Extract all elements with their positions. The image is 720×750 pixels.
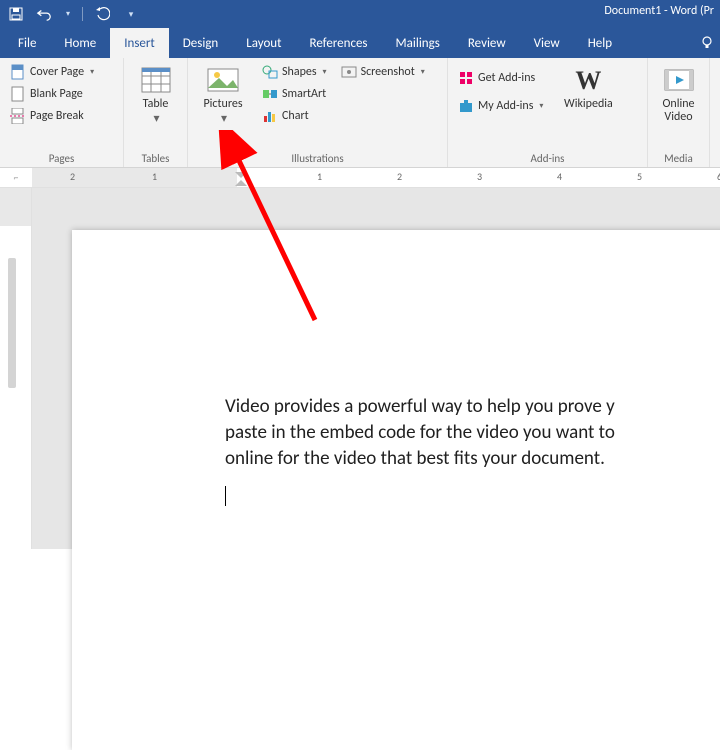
chart-button[interactable]: Chart [258, 106, 331, 126]
get-addins-button[interactable]: Get Add-ins [454, 68, 547, 88]
tab-review[interactable]: Review [454, 28, 520, 58]
shapes-icon [262, 64, 278, 80]
tell-me-icon[interactable] [696, 28, 718, 58]
group-pages: Cover Page ▾ Blank Page Page Break Pages [0, 58, 124, 167]
group-pages-label: Pages [6, 152, 117, 167]
shapes-label: Shapes [282, 65, 317, 79]
body-line: Video provides a powerful way to help yo… [225, 394, 720, 420]
blank-page-button[interactable]: Blank Page [6, 84, 98, 104]
tab-insert[interactable]: Insert [110, 28, 169, 58]
shapes-button[interactable]: Shapes ▾ [258, 62, 331, 82]
body-line: online for the video that best fits your… [225, 446, 720, 472]
text-cursor [225, 486, 226, 506]
screenshot-label: Screenshot [361, 65, 415, 79]
page-break-button[interactable]: Page Break [6, 106, 98, 126]
screenshot-icon [341, 64, 357, 80]
video-label: Online Video [662, 98, 694, 124]
chevron-down-icon: ▾ [221, 113, 227, 126]
tab-view[interactable]: View [520, 28, 574, 58]
blank-page-label: Blank Page [30, 87, 83, 101]
group-media-label: Media [654, 152, 703, 167]
blank-page-icon [10, 86, 26, 102]
page-break-icon [10, 108, 26, 124]
pictures-button[interactable]: Pictures ▾ [194, 62, 252, 128]
selection-bar [8, 258, 16, 388]
tab-design[interactable]: Design [169, 28, 232, 58]
group-addins-label: Add-ins [454, 152, 641, 167]
my-addins-button[interactable]: My Add-ins ▾ [454, 96, 547, 116]
wikipedia-icon: W [572, 64, 604, 96]
group-illustrations: Pictures ▾ Shapes ▾ SmartArt Chart [188, 58, 448, 167]
smartart-label: SmartArt [282, 87, 326, 101]
addins-icon [458, 98, 474, 114]
qat-customize-icon[interactable]: ▾ [123, 6, 139, 22]
save-icon[interactable] [8, 6, 24, 22]
get-addins-label: Get Add-ins [478, 71, 535, 85]
table-label: Table [143, 98, 169, 111]
group-tables: Table ▾ Tables [124, 58, 188, 167]
indent-marker-icon[interactable] [235, 172, 247, 186]
group-addins: Get Add-ins My Add-ins ▾ W Wikipedia Add-… [448, 58, 648, 167]
ribbon: Cover Page▾ Blank Page Page Break Pages … [0, 58, 720, 168]
tab-file[interactable]: File [4, 28, 50, 58]
cover-page-label: Cover Page [30, 65, 84, 79]
chevron-down-icon: ▾ [539, 101, 543, 111]
wikipedia-button[interactable]: W Wikipedia [553, 62, 623, 113]
cover-page-button[interactable]: Cover Page ▾ [6, 62, 98, 82]
vertical-ruler[interactable]: 2 1 [0, 188, 32, 549]
title-bar: ▾ ▾ Document1 - Word (Pr [0, 0, 720, 28]
ruler-corner: ⌐ [0, 168, 32, 187]
group-illustrations-label: Illustrations [194, 152, 441, 167]
quick-access-toolbar: ▾ ▾ [0, 6, 139, 22]
wikipedia-label: Wikipedia [564, 98, 613, 111]
chevron-down-icon: ▾ [421, 67, 425, 77]
chevron-down-icon: ▾ [153, 113, 159, 126]
cover-page-icon [10, 64, 26, 80]
store-icon [458, 70, 474, 86]
tab-home[interactable]: Home [50, 28, 110, 58]
smartart-icon [262, 86, 278, 102]
pictures-icon [207, 64, 239, 96]
screenshot-button[interactable]: Screenshot ▾ [337, 62, 429, 82]
chevron-down-icon: ▾ [90, 67, 94, 77]
video-icon [663, 64, 695, 96]
chart-label: Chart [282, 109, 309, 123]
redo-icon[interactable] [95, 6, 111, 22]
window-title: Document1 - Word (Pr [604, 4, 714, 18]
table-button[interactable]: Table ▾ [130, 62, 181, 128]
ribbon-tabs: File Home Insert Design Layout Reference… [0, 28, 720, 58]
group-tables-label: Tables [130, 152, 181, 167]
horizontal-ruler[interactable]: ⌐ 2 1 1 2 3 4 5 6 [0, 168, 720, 188]
chevron-down-icon: ▾ [323, 67, 327, 77]
smartart-button[interactable]: SmartArt [258, 84, 331, 104]
my-addins-label: My Add-ins [478, 99, 533, 113]
tab-layout[interactable]: Layout [232, 28, 295, 58]
tab-mailings[interactable]: Mailings [382, 28, 454, 58]
tab-help[interactable]: Help [574, 28, 626, 58]
group-media: Online Video Media [648, 58, 710, 167]
table-icon [140, 64, 172, 96]
tab-references[interactable]: References [296, 28, 382, 58]
online-video-button[interactable]: Online Video [654, 62, 703, 126]
chart-icon [262, 108, 278, 124]
body-line: paste in the embed code for the video yo… [225, 420, 720, 446]
undo-icon[interactable] [36, 6, 52, 22]
qat-separator [82, 7, 83, 21]
pictures-label: Pictures [203, 98, 242, 111]
page-break-label: Page Break [30, 109, 84, 123]
document-body-text[interactable]: Video provides a powerful way to help yo… [225, 394, 720, 506]
